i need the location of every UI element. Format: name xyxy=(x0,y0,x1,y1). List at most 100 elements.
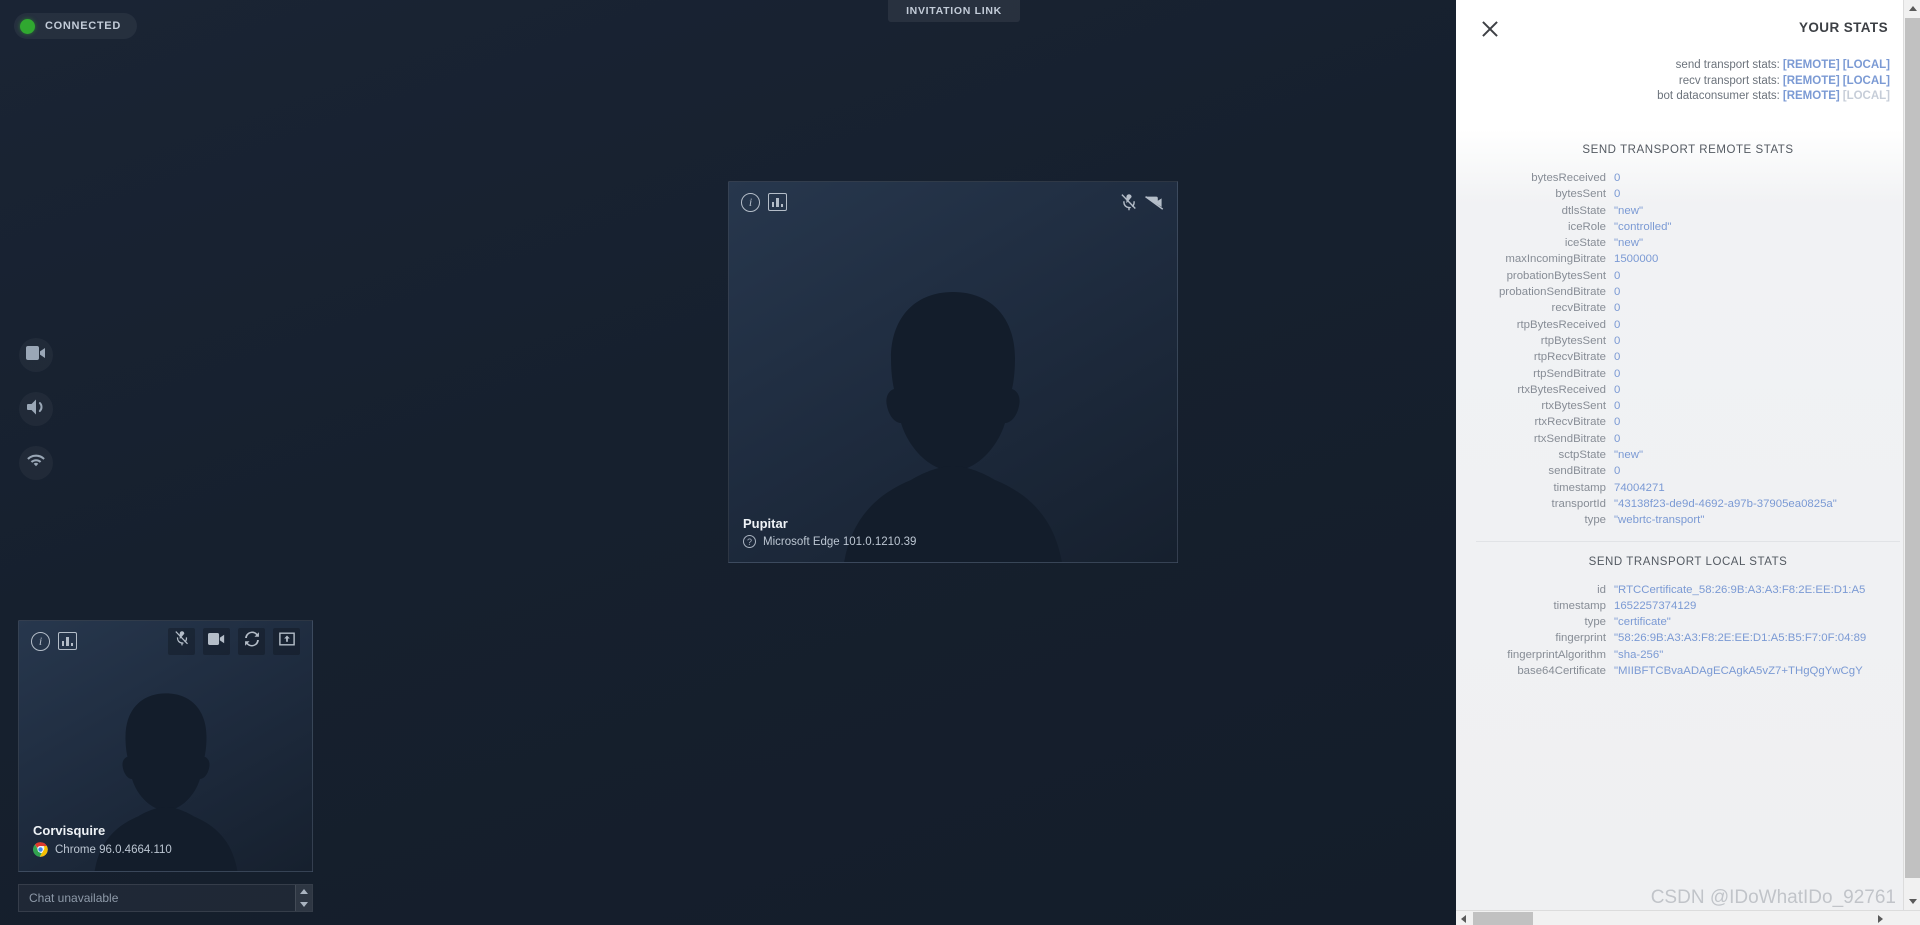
stats-row-key: sendBitrate xyxy=(1548,465,1606,478)
camera-button[interactable] xyxy=(203,627,230,655)
stats-row-key: iceRole xyxy=(1568,220,1606,233)
stats-row-key: sctpState xyxy=(1558,449,1607,462)
stats-row-value: "58:26:9B:A3:A3:F8:2E:EE:D1:A5:B5:F7:0F:… xyxy=(1614,632,1867,645)
stats-row-key: fingerprintAlgorithm xyxy=(1507,648,1606,661)
info-icon[interactable]: i xyxy=(31,631,50,651)
stats-row-value: "sha-256" xyxy=(1614,648,1664,661)
stats-row-key: timestamp xyxy=(1553,599,1606,612)
stats-row-value: 0 xyxy=(1614,318,1621,331)
question-mark-icon: ? xyxy=(743,535,756,548)
change-webcam-icon xyxy=(244,631,260,652)
stats-row-key: bytesReceived xyxy=(1531,172,1606,184)
local-identity: Corvisquire Chrome 96.0.4664.110 xyxy=(33,823,172,857)
stats-row: timestamp 74004271 xyxy=(1466,480,1920,496)
chat-input[interactable] xyxy=(19,885,295,911)
send-transport-remote-link[interactable]: [REMOTE] xyxy=(1783,59,1840,71)
stats-row-value: 0 xyxy=(1614,432,1621,445)
info-icon[interactable]: i xyxy=(741,192,760,212)
stats-link-label: bot dataconsumer stats: xyxy=(1657,90,1780,103)
section-divider xyxy=(1476,540,1900,542)
stats-row-value: "controlled" xyxy=(1614,220,1672,233)
stats-row-key: rtxRecvBitrate xyxy=(1534,416,1606,429)
stats-row-value: 74004271 xyxy=(1614,481,1665,494)
stats-row-value: 0 xyxy=(1614,400,1621,413)
stats-row: fingerprintAlgorithm "sha-256" xyxy=(1466,647,1920,663)
vertical-scrollbar-thumb[interactable] xyxy=(1905,18,1920,878)
section-title: SEND TRANSPORT REMOTE STATS xyxy=(1582,144,1794,156)
send-transport-local-link[interactable]: [LOCAL] xyxy=(1843,59,1890,71)
mic-muted-button[interactable] xyxy=(168,627,195,655)
horizontal-scrollbar[interactable] xyxy=(1456,910,1920,925)
stats-section-send-transport-local: SEND TRANSPORT LOCAL STATS id "RTCCertifi… xyxy=(1456,546,1920,680)
room-area: CONNECTED INVITATION LINK i Pupitar ? Mi… xyxy=(0,0,1456,925)
stats-row-key: fingerprint xyxy=(1555,632,1606,645)
recv-transport-remote-link[interactable]: [REMOTE] xyxy=(1783,75,1840,87)
stats-row-key: probationSendBitrate xyxy=(1498,286,1606,299)
close-icon[interactable] xyxy=(1480,19,1500,39)
horizontal-scrollbar-thumb[interactable] xyxy=(1473,912,1533,925)
stats-row-value: "new" xyxy=(1614,204,1643,217)
stats-row: timestamp 1652257374129 xyxy=(1466,598,1920,614)
scroll-down-arrow-icon[interactable] xyxy=(1904,893,1920,910)
stats-row: maxIncomingBitrate 1500000 xyxy=(1466,251,1920,267)
stats-link-label: send transport stats: xyxy=(1675,59,1780,71)
stats-link-row: send transport stats: [REMOTE] [LOCAL] xyxy=(1657,58,1890,74)
stats-panel-title: YOUR STATS xyxy=(1798,20,1888,35)
stats-row-value: "new" xyxy=(1614,449,1643,462)
invitation-link-button[interactable]: INVITATION LINK xyxy=(888,0,1020,22)
stats-row: bytesSent 0 xyxy=(1466,186,1920,202)
status-badge: CONNECTED xyxy=(14,13,137,39)
stats-row-key: base64Certificate xyxy=(1517,665,1606,678)
stats-row-value: 0 xyxy=(1614,334,1621,347)
stats-link-row: bot dataconsumer stats: [REMOTE] [LOCAL] xyxy=(1657,89,1890,105)
change-webcam-button[interactable] xyxy=(238,627,265,655)
stats-row-value: 0 xyxy=(1614,351,1621,364)
scroll-up-arrow-icon[interactable] xyxy=(1904,0,1920,17)
stats-row-key: type xyxy=(1584,514,1606,527)
stats-icon[interactable] xyxy=(768,193,787,211)
scroll-right-arrow-icon[interactable] xyxy=(1873,911,1888,925)
chat-spinner[interactable] xyxy=(295,885,312,911)
local-video-tile[interactable]: i Corvisquire Chrome 96.0.4664.110 xyxy=(18,620,313,872)
vertical-scrollbar[interactable] xyxy=(1903,0,1920,910)
stats-row: rtxSendBitrate 0 xyxy=(1466,431,1920,447)
status-badge-label: CONNECTED xyxy=(45,20,121,32)
peer-video-tile[interactable]: i Pupitar ? Microsoft Edge 101.0.1210.39 xyxy=(728,181,1178,563)
stats-row-key: rtxSendBitrate xyxy=(1533,432,1606,445)
stats-icon[interactable] xyxy=(58,632,77,650)
stats-row-value: "certificate" xyxy=(1614,616,1671,629)
local-peer-name: Corvisquire xyxy=(33,823,106,838)
audio-icon-button[interactable] xyxy=(19,392,53,426)
camera-off-icon xyxy=(1145,194,1165,210)
stats-table: bytesReceived 0 bytesSent 0 dtlsState "new" ic… xyxy=(1466,170,1920,529)
peer-tile-toolbar: i xyxy=(729,182,1177,222)
stats-row-value: "webrtc-transport" xyxy=(1614,514,1705,527)
stats-row: probationBytesSent 0 xyxy=(1466,268,1920,284)
stats-section-send-transport-remote: SEND TRANSPORT REMOTE STATS bytesReceive… xyxy=(1456,134,1920,529)
network-icon-button[interactable] xyxy=(19,446,53,480)
stats-row-key: timestamp xyxy=(1553,481,1606,494)
recv-transport-local-link[interactable]: [LOCAL] xyxy=(1843,75,1890,87)
local-device-label: Chrome 96.0.4664.110 xyxy=(55,843,172,856)
stats-row: rtpBytesSent 0 xyxy=(1466,333,1920,349)
stats-row-key: bytesSent xyxy=(1555,188,1606,201)
stats-row-value: 0 xyxy=(1614,465,1621,478)
chat-bar[interactable] xyxy=(18,884,313,912)
share-screen-icon xyxy=(278,632,295,651)
stats-row: probationSendBitrate 0 xyxy=(1466,284,1920,300)
peer-avatar xyxy=(729,182,1177,562)
stats-row: rtxRecvBitrate 0 xyxy=(1466,414,1920,430)
share-screen-button[interactable] xyxy=(273,627,300,655)
chevron-down-icon xyxy=(300,902,308,907)
webcam-icon-button[interactable] xyxy=(19,338,53,372)
bot-dataconsumer-remote-link[interactable]: [REMOTE] xyxy=(1783,90,1840,102)
scroll-left-arrow-icon[interactable] xyxy=(1456,911,1471,925)
camera-icon xyxy=(208,632,225,650)
stats-row-value: 0 xyxy=(1614,367,1621,380)
bot-dataconsumer-local-link: [LOCAL] xyxy=(1842,90,1890,103)
stats-row: bytesReceived 0 xyxy=(1466,170,1920,186)
stats-row: iceRole "controlled" xyxy=(1466,219,1920,235)
stats-row: transportId "43138f23-de9d-4692-a97b-3790… xyxy=(1466,496,1920,512)
stats-row: type "certificate" xyxy=(1466,614,1920,630)
stats-table: id "RTCCertificate_58:26:9B:A3:A3:F8:2E:E… xyxy=(1466,582,1920,680)
